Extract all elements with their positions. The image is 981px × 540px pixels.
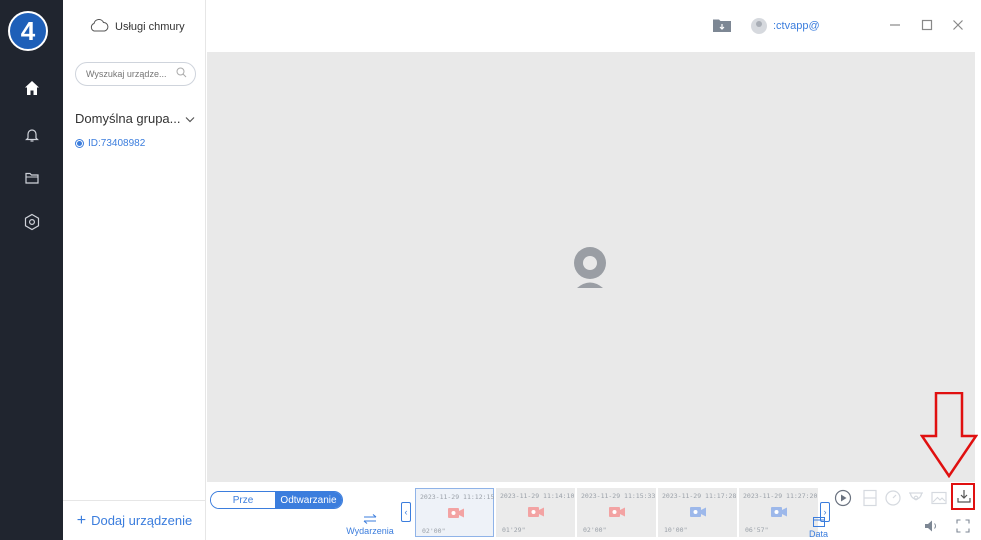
cloud-icon <box>89 18 109 35</box>
cloud-services-label: Usługi chmury <box>115 21 185 33</box>
clip-duration: 10'00" <box>664 526 688 534</box>
folder-icon[interactable] <box>20 166 44 190</box>
mode-toggle: Prze Odtwarzanie <box>210 491 343 509</box>
clip-strip: 2023-11-29 11:12:15 02'00" 2023-11-29 11… <box>415 488 818 538</box>
bell-icon[interactable] <box>20 123 44 147</box>
volume-icon[interactable] <box>923 517 941 535</box>
download-folder-icon[interactable] <box>713 18 731 37</box>
clip-timestamp: 2023-11-29 11:17:28 <box>662 492 737 500</box>
device-id-label: ID:73408982 <box>88 138 146 149</box>
annotation-highlight-box <box>951 483 975 510</box>
snapshot-icon[interactable] <box>930 489 948 507</box>
chevron-down-icon <box>185 111 195 126</box>
avatar[interactable] <box>751 18 767 34</box>
split-view-icon[interactable] <box>861 489 879 507</box>
clip-duration: 02'00" <box>422 527 446 535</box>
device-selected-radio[interactable] <box>75 139 84 148</box>
playback-bar: Prze Odtwarzanie Wydarzenia ‹ 2023-11-29… <box>206 482 981 540</box>
date-button[interactable]: Data <box>809 516 828 539</box>
video-clip-icon <box>771 507 787 517</box>
settings-icon[interactable] <box>20 210 44 234</box>
maximize-icon[interactable] <box>917 14 937 36</box>
device-sidebar: Usługi chmury Domyślna grupa... ID:73408… <box>63 0 206 540</box>
clip-duration: 01'29" <box>502 526 526 534</box>
play-icon[interactable] <box>834 489 852 507</box>
clip-duration: 02'00" <box>583 526 607 534</box>
clip-thumbnail[interactable]: 2023-11-29 11:27:20 06'57" <box>739 488 818 537</box>
cloud-services-link[interactable]: Usługi chmury <box>89 18 185 35</box>
calendar-icon <box>812 516 825 529</box>
video-view[interactable] <box>207 52 975 482</box>
minimize-icon[interactable] <box>885 14 905 36</box>
clip-thumbnail[interactable]: 2023-11-29 11:12:15 02'00" <box>415 488 494 537</box>
clip-timestamp: 2023-11-29 11:14:10 <box>500 492 575 500</box>
speed-icon[interactable] <box>884 489 902 507</box>
top-bar: :ctvapp@ <box>206 0 981 52</box>
search-input[interactable] <box>86 69 176 79</box>
plus-icon: + <box>76 511 87 529</box>
device-group-dropdown[interactable]: Domyślna grupa... <box>75 111 195 126</box>
alarm-clip-icon <box>448 508 464 518</box>
search-box[interactable] <box>75 62 196 86</box>
search-icon[interactable] <box>176 65 187 83</box>
fullscreen-icon[interactable] <box>954 517 972 535</box>
device-list-item[interactable]: ID:73408982 <box>75 138 145 149</box>
nav-rail <box>0 0 63 540</box>
alarm-clip-icon <box>609 507 625 517</box>
video-clip-icon <box>690 507 706 517</box>
annotation-arrow <box>920 392 978 478</box>
record-icon[interactable] <box>907 489 925 507</box>
clips-prev-button[interactable]: ‹ <box>401 502 411 522</box>
clip-duration: 06'57" <box>745 526 769 534</box>
home-icon[interactable] <box>20 76 44 100</box>
alarm-clip-icon <box>528 507 544 517</box>
playback-tab[interactable]: Odtwarzanie <box>275 492 342 508</box>
swap-arrows-icon <box>363 514 377 526</box>
clip-thumbnail[interactable]: 2023-11-29 11:17:28 10'00" <box>658 488 737 537</box>
camera-placeholder-icon <box>570 245 610 296</box>
events-label: Wydarzenia <box>346 526 394 536</box>
clip-timestamp: 2023-11-29 11:15:33 <box>581 492 656 500</box>
step-number-badge: 4 <box>8 11 48 51</box>
clip-timestamp: 2023-11-29 11:27:20 <box>743 492 818 500</box>
close-icon[interactable] <box>948 14 968 36</box>
clip-thumbnail[interactable]: 2023-11-29 11:14:10 01'29" <box>496 488 575 537</box>
events-button[interactable]: Wydarzenia <box>344 514 396 536</box>
date-label: Data <box>809 529 829 539</box>
add-device-label: Dodaj urządzenie <box>91 513 193 528</box>
clip-timestamp: 2023-11-29 11:12:15 <box>420 493 495 501</box>
group-label: Domyślna grupa... <box>75 111 181 126</box>
add-device-button[interactable]: + Dodaj urządzenie <box>63 500 206 540</box>
live-view-tab[interactable]: Prze <box>211 492 275 508</box>
clip-thumbnail[interactable]: 2023-11-29 11:15:33 02'00" <box>577 488 656 537</box>
username-label[interactable]: :ctvapp@ <box>773 20 820 32</box>
